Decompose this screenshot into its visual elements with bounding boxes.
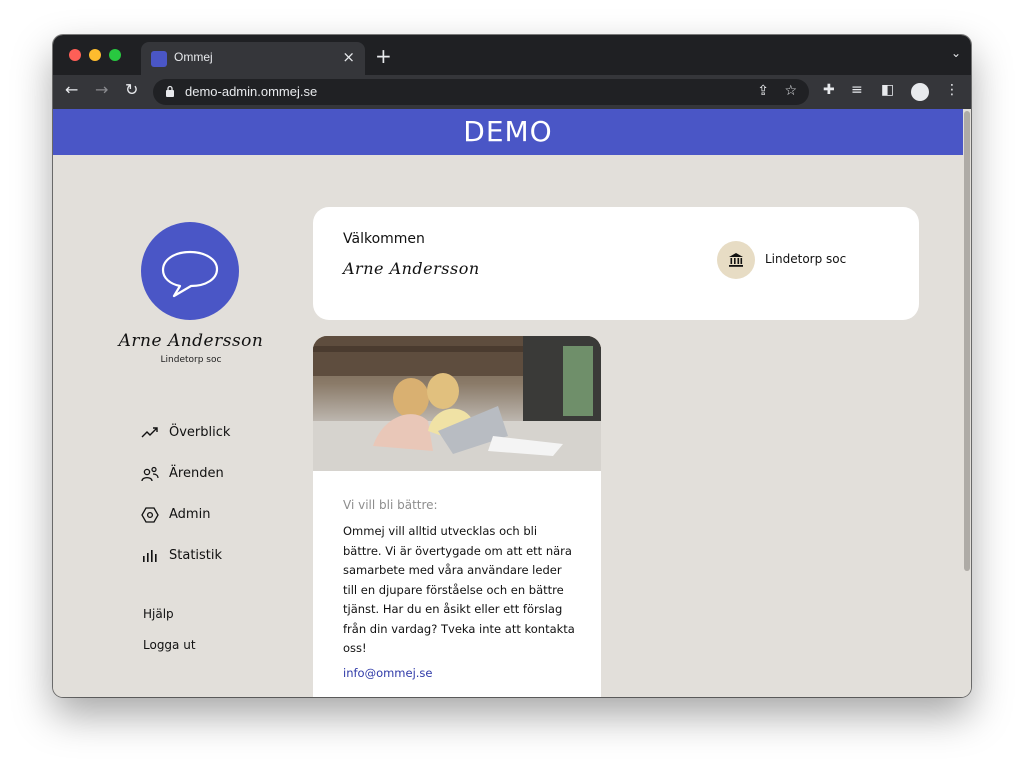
page-content: DEMO Arne Andersson Lindetorp soc Överbl… — [53, 109, 971, 697]
trend-up-icon — [141, 427, 158, 438]
nav-item-label: Statistik — [169, 548, 223, 563]
bank-icon — [729, 253, 743, 267]
reload-icon[interactable]: ↻ — [125, 80, 138, 99]
tab-title: Ommej — [174, 50, 213, 64]
info-card: Vi vill bli bättre: Ommej vill alltid ut… — [313, 336, 601, 697]
user-org: Lindetorp soc — [160, 355, 222, 365]
url-text: demo-admin.ommej.se — [185, 84, 318, 99]
lock-icon — [166, 85, 174, 97]
hexagon-settings-icon — [141, 507, 159, 523]
browser-window: Ommej × + ⌄ ← → ↻ demo-admin.ommej.se ⇪ … — [53, 35, 971, 697]
close-tab-icon[interactable]: × — [342, 48, 355, 66]
nav-item-label: Ärenden — [169, 466, 224, 481]
info-body: Ommej vill alltid utvecklas och bli bätt… — [343, 524, 575, 655]
new-tab-icon[interactable]: + — [375, 44, 392, 68]
favicon-icon — [151, 51, 167, 67]
browser-toolbar: ← → ↻ demo-admin.ommej.se ⇪ ☆ ✚ ≡ ◧ ⋮ — [53, 75, 971, 109]
forward-icon[interactable]: → — [95, 80, 108, 99]
nav-item-label: Admin — [169, 507, 211, 522]
user-signature: Arne Andersson — [118, 331, 264, 351]
welcome-title: Välkommen — [343, 231, 425, 247]
photo-children-laptop — [313, 336, 601, 471]
share-icon[interactable]: ⇪ — [757, 83, 769, 99]
menu-kebab-icon[interactable]: ⋮ — [945, 82, 959, 98]
extensions-icon[interactable]: ✚ — [823, 82, 835, 98]
nav-item-label: Överblick — [169, 425, 231, 440]
browser-tab[interactable]: Ommej × — [141, 42, 365, 75]
maximize-window-button[interactable] — [109, 49, 121, 61]
welcome-card: Välkommen Arne Andersson Lindetorp soc — [313, 207, 919, 320]
avatar — [141, 222, 239, 320]
demo-banner: DEMO — [53, 109, 963, 155]
demo-banner-text: DEMO — [463, 115, 553, 148]
media-control-icon[interactable]: ≡ — [851, 82, 863, 98]
info-heading: Vi vill bli bättre: — [343, 498, 438, 512]
address-bar[interactable]: demo-admin.ommej.se ⇪ ☆ — [153, 79, 809, 105]
tab-bar: Ommej × + ⌄ — [53, 35, 971, 75]
scroll-thumb[interactable] — [964, 111, 970, 571]
people-icon — [141, 466, 159, 482]
side-panel-icon[interactable]: ◧ — [881, 82, 894, 98]
minimize-window-button[interactable] — [89, 49, 101, 61]
bar-chart-icon — [143, 550, 157, 562]
bookmark-star-icon[interactable]: ☆ — [784, 83, 797, 99]
logout-link[interactable]: Logga ut — [143, 638, 196, 652]
welcome-signature: Arne Andersson — [343, 259, 480, 278]
profile-avatar-icon[interactable] — [911, 83, 929, 101]
help-link[interactable]: Hjälp — [143, 607, 174, 621]
tab-search-icon[interactable]: ⌄ — [951, 46, 961, 60]
speech-bubble-icon — [161, 250, 219, 298]
close-window-button[interactable] — [69, 49, 81, 61]
back-icon[interactable]: ← — [65, 80, 78, 99]
org-badge — [717, 241, 755, 279]
contact-email-link[interactable]: info@ommej.se — [343, 666, 433, 680]
page-scrollbar[interactable] — [963, 109, 971, 697]
org-name: Lindetorp soc — [765, 252, 847, 266]
